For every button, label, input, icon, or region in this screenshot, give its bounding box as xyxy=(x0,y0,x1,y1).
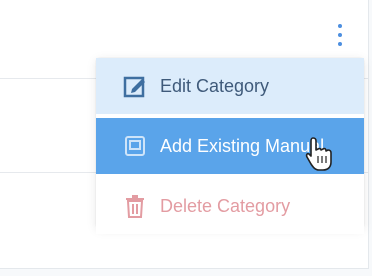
edit-icon xyxy=(122,73,148,99)
more-options-button[interactable] xyxy=(333,20,347,50)
trash-icon xyxy=(122,193,148,219)
add-manual-icon xyxy=(122,133,148,159)
menu-item-label: Add Existing Manual xyxy=(160,135,325,156)
menu-item-label: Edit Category xyxy=(160,75,270,96)
menu-item-edit-category[interactable]: Edit Category xyxy=(96,58,364,114)
menu-item-delete-category[interactable]: Delete Category xyxy=(96,178,364,234)
more-vertical-icon xyxy=(338,24,342,28)
menu-item-label: Delete Category xyxy=(160,195,291,216)
hand-pointer-icon xyxy=(304,136,334,172)
